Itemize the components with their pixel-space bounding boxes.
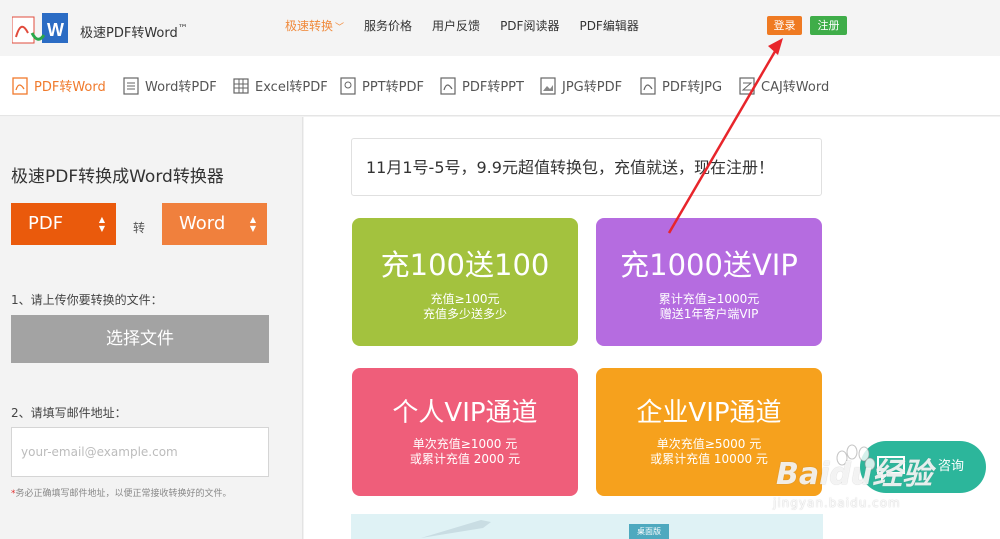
app-name: 极速PDF转Word™ xyxy=(80,23,188,41)
nav-item-pdf-reader[interactable]: PDF阅读器 xyxy=(500,17,559,34)
tab-pdf-to-ppt[interactable]: PDF转PPT xyxy=(440,76,524,95)
desktop-banner[interactable]: 桌面版 xyxy=(351,514,823,539)
nav-item-feedback[interactable]: 用户反馈 xyxy=(432,17,480,34)
upload-step-label: 1、请上传你要转换的文件： xyxy=(11,293,163,307)
email-step-label: 2、请填写邮件地址： xyxy=(11,406,127,420)
top-header: W 极速PDF转Word™ 极速转换 ﹀ 服务价格 用户反馈 PDF阅读器 PDF… xyxy=(0,0,1000,56)
login-button[interactable]: 登录 xyxy=(767,16,802,35)
tab-caj-to-word[interactable]: CAJ转Word xyxy=(739,76,829,95)
tab-jpg-to-pdf[interactable]: JPG转PDF xyxy=(540,76,622,95)
promo-banner[interactable]: 11月1号-5号，9.9元超值转换包，充值就送，现在注册！ xyxy=(351,138,822,196)
to-label: 转 xyxy=(133,221,146,235)
email-input[interactable] xyxy=(11,427,269,477)
pdf-file-icon xyxy=(12,76,28,95)
svg-text:W: W xyxy=(47,20,64,40)
email-note: *务必正确填写邮件地址，以便正常接收转换好的文件。 xyxy=(11,489,232,499)
promo-card-recharge-1000-vip[interactable]: 充1000送VIP 累计充值≥1000元 赠送1年客户端VIP xyxy=(596,218,822,346)
tool-tabs: PDF转Word Word转PDF Excel转PDF PPT转PDF PDF转… xyxy=(0,56,1000,116)
image-file-icon xyxy=(540,76,556,95)
app-logo-icon[interactable]: W xyxy=(12,11,72,47)
rocket-icon xyxy=(421,520,491,538)
choose-file-button[interactable]: 选择文件 xyxy=(11,315,269,363)
pdf-file-icon xyxy=(640,76,656,95)
from-format-select[interactable]: PDF ▲ ▼ xyxy=(11,203,116,245)
converter-panel: 极速PDF转换成Word转换器 PDF ▲ ▼ 转 Word ▲ ▼ 1、请上传你要… xyxy=(0,117,303,539)
tab-ppt-to-pdf[interactable]: PPT转PDF xyxy=(340,76,424,95)
chevron-down-icon: ﹀ xyxy=(335,23,345,33)
tab-pdf-to-jpg[interactable]: PDF转JPG xyxy=(640,76,722,95)
tab-word-to-pdf[interactable]: Word转PDF xyxy=(123,76,217,95)
pdf-file-icon xyxy=(440,76,456,95)
converter-title: 极速PDF转换成Word转换器 xyxy=(11,167,224,187)
sort-arrows-icon: ▲ ▼ xyxy=(249,215,256,233)
sort-arrows-icon: ▲ ▼ xyxy=(98,215,105,233)
to-format-select[interactable]: Word ▲ ▼ xyxy=(162,203,267,245)
nav-item-pricing[interactable]: 服务价格 xyxy=(364,17,412,34)
word-file-icon xyxy=(123,76,139,95)
promo-card-recharge-100[interactable]: 充100送100 充值≥100元 充值多少送多少 xyxy=(352,218,578,346)
main-nav: 极速转换 ﹀ 服务价格 用户反馈 PDF阅读器 PDF编辑器 xyxy=(285,17,659,34)
tab-excel-to-pdf[interactable]: Excel转PDF xyxy=(233,76,328,95)
ppt-file-icon xyxy=(340,76,356,95)
promo-card-personal-vip[interactable]: 个人VIP通道 单次充值≥1000 元或累计充值 2000 元 xyxy=(352,368,578,496)
nav-item-pdf-editor[interactable]: PDF编辑器 xyxy=(579,17,638,34)
watermark-brand: Baidu经验 xyxy=(776,457,933,492)
watermark-url: jingyan.baidu.com xyxy=(773,496,901,510)
tab-pdf-to-word[interactable]: PDF转Word xyxy=(12,76,106,95)
caj-file-icon xyxy=(739,76,755,95)
desktop-tag: 桌面版 xyxy=(629,524,669,539)
nav-item-fast-convert[interactable]: 极速转换 ﹀ xyxy=(285,17,344,34)
excel-file-icon xyxy=(233,77,249,94)
register-button[interactable]: 注册 xyxy=(810,16,847,35)
